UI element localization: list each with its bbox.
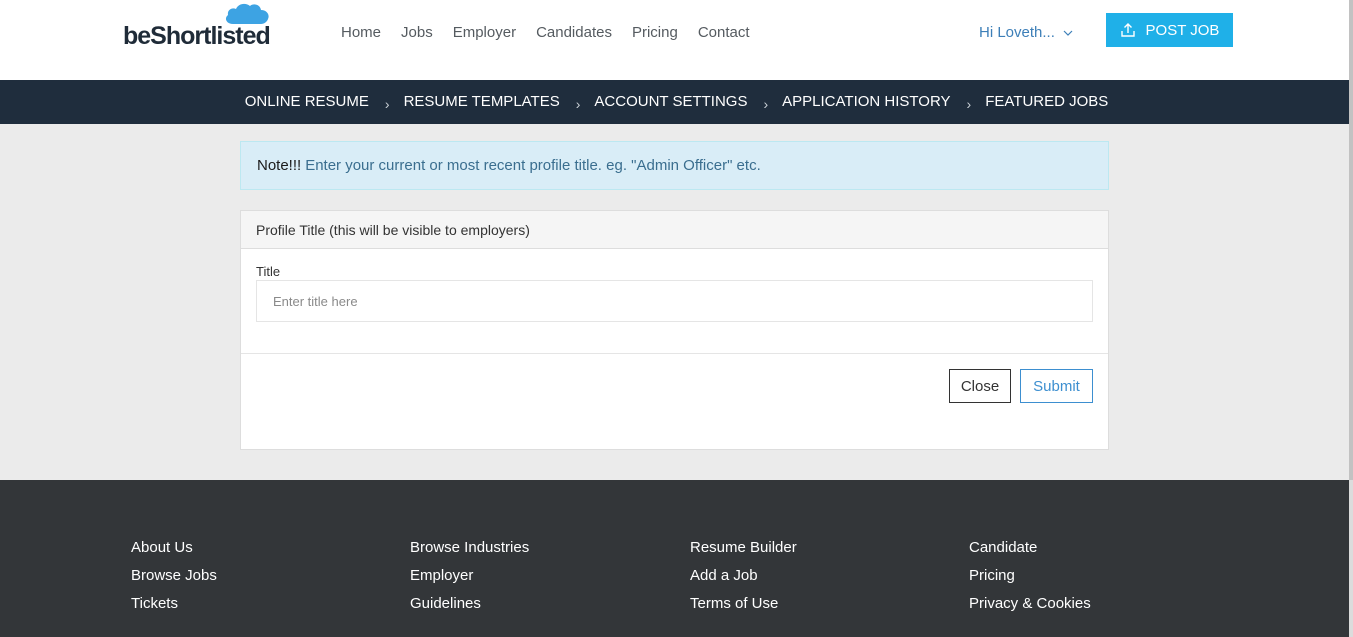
footer-link-employer[interactable]: Employer — [410, 562, 529, 590]
subnav-featured-jobs[interactable]: Featured Jobs — [985, 93, 1108, 111]
footer-column-1: About Us Browse Jobs Tickets — [131, 534, 217, 618]
footer-column-3: Resume Builder Add a Job Terms of Use — [690, 534, 797, 618]
title-label: Title — [256, 264, 281, 279]
chevron-right-icon: › — [575, 96, 581, 112]
divider — [241, 353, 1108, 354]
footer-link-terms-of-use[interactable]: Terms of Use — [690, 590, 797, 618]
chevron-right-icon: › — [763, 96, 769, 112]
nav-contact[interactable]: Contact — [698, 24, 750, 42]
page-scrollbar[interactable] — [1349, 0, 1353, 637]
submit-button[interactable]: Submit — [1020, 369, 1093, 403]
subnav-resume-templates[interactable]: Resume Templates — [404, 93, 560, 111]
panel-heading: Profile Title (this will be visible to e… — [241, 211, 1108, 249]
user-greeting: Hi Loveth... — [979, 24, 1055, 41]
nav-jobs[interactable]: Jobs — [401, 24, 433, 42]
footer-link-resume-builder[interactable]: Resume Builder — [690, 534, 797, 562]
post-job-button[interactable]: POST JOB — [1106, 13, 1233, 47]
subnav-online-resume[interactable]: Online Resume — [245, 93, 369, 111]
chevron-right-icon: › — [384, 96, 390, 112]
site-logo[interactable]: beShortlisted — [123, 22, 271, 50]
post-job-label: POST JOB — [1145, 21, 1220, 39]
footer-column-4: Candidate Pricing Privacy & Cookies — [969, 534, 1091, 618]
account-subnav: Online Resume › Resume Templates › Accou… — [0, 80, 1353, 124]
footer-link-add-a-job[interactable]: Add a Job — [690, 562, 797, 590]
chevron-right-icon: › — [966, 96, 972, 112]
alert-strong: Note!!! — [257, 157, 302, 174]
nav-home[interactable]: Home — [341, 24, 381, 42]
scrollbar-thumb[interactable] — [1349, 0, 1353, 480]
nav-employer[interactable]: Employer — [453, 24, 516, 42]
user-menu[interactable]: Hi Loveth... — [979, 24, 1073, 42]
title-input[interactable] — [256, 280, 1093, 322]
footer-link-guidelines[interactable]: Guidelines — [410, 590, 529, 618]
footer-link-browse-industries[interactable]: Browse Industries — [410, 534, 529, 562]
footer-link-pricing[interactable]: Pricing — [969, 562, 1091, 590]
subnav-application-history[interactable]: Application History — [782, 93, 950, 111]
alert-message: Enter your current or most recent profil… — [305, 157, 761, 174]
footer-link-privacy-cookies[interactable]: Privacy & Cookies — [969, 590, 1091, 618]
footer-link-candidate[interactable]: Candidate — [969, 534, 1091, 562]
nav-pricing[interactable]: Pricing — [632, 24, 678, 42]
close-button[interactable]: Close — [949, 369, 1011, 403]
footer-link-about-us[interactable]: About Us — [131, 534, 217, 562]
chevron-down-icon — [1063, 30, 1073, 36]
subnav-account-settings[interactable]: Account Settings — [594, 93, 747, 111]
footer-column-2: Browse Industries Employer Guidelines — [410, 534, 529, 618]
upload-icon — [1120, 23, 1135, 37]
main-nav: Home Jobs Employer Candidates Pricing Co… — [341, 24, 770, 42]
top-header: beShortlisted Home Jobs Employer Candida… — [0, 0, 1353, 80]
cloud-icon — [225, 3, 269, 25]
logo-text: beShortlisted — [123, 22, 271, 50]
info-alert: Note!!! Enter your current or most recen… — [240, 141, 1109, 190]
site-footer: About Us Browse Jobs Tickets Browse Indu… — [0, 480, 1353, 637]
footer-link-browse-jobs[interactable]: Browse Jobs — [131, 562, 217, 590]
profile-title-panel: Profile Title (this will be visible to e… — [240, 210, 1109, 450]
nav-candidates[interactable]: Candidates — [536, 24, 612, 42]
footer-link-tickets[interactable]: Tickets — [131, 590, 217, 618]
